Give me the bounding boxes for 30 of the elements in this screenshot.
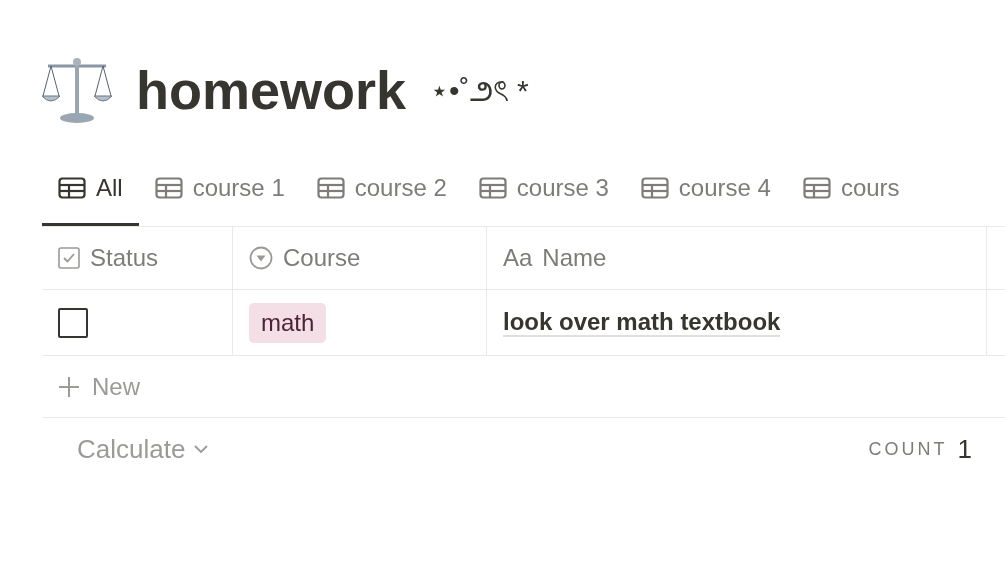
view-tab[interactable]: course 4 — [624, 162, 787, 226]
column-header: Name — [542, 243, 607, 273]
plus-icon — [58, 375, 80, 398]
dropdown-icon — [249, 246, 273, 270]
page-link[interactable]: look over math textbook — [503, 307, 781, 338]
table-icon — [316, 177, 345, 199]
table-icon — [640, 177, 669, 199]
checkbox-icon — [58, 247, 80, 269]
table-icon — [802, 177, 831, 199]
scales-icon — [42, 56, 112, 124]
count-value: 1 — [957, 432, 972, 466]
checkbox[interactable] — [58, 307, 88, 338]
view-tab[interactable]: cours — [786, 162, 916, 226]
view-tab[interactable]: course 2 — [300, 162, 463, 226]
text-property-icon: Aa — [503, 240, 533, 276]
count-label: COUNT — [868, 437, 948, 461]
column-header: Course — [283, 243, 361, 273]
table-icon — [478, 177, 507, 199]
calculate-button[interactable]: Calculate — [77, 429, 186, 469]
table-icon — [58, 177, 86, 199]
course-tag: math — [249, 302, 327, 343]
chevron-down-icon — [193, 444, 210, 454]
new-row-button[interactable]: New — [92, 368, 140, 405]
title-decoration: ⋆•˚౨ৎ * — [430, 72, 529, 109]
table-icon — [154, 177, 183, 199]
view-tab[interactable]: course 1 — [138, 162, 301, 226]
view-tab[interactable]: All — [42, 162, 139, 226]
page-title: homework — [136, 63, 407, 117]
view-tab[interactable]: course 3 — [462, 162, 625, 226]
column-header: Status — [90, 243, 159, 273]
